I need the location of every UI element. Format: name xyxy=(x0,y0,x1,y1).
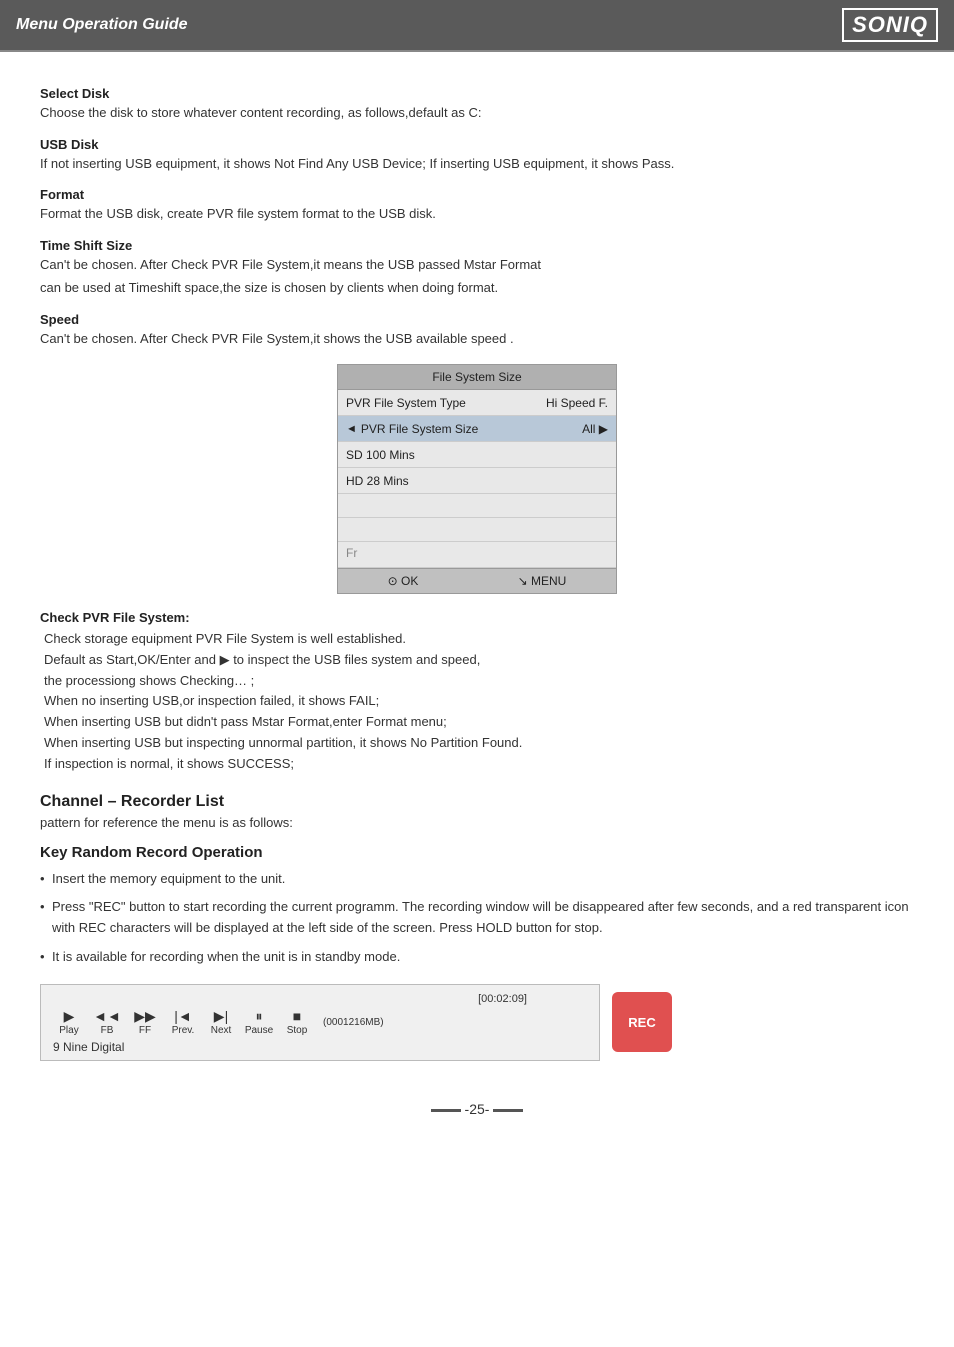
bullet-item: •Insert the memory equipment to the unit… xyxy=(40,869,914,890)
dialog-row-1-value: Hi Speed F. xyxy=(546,396,608,410)
dialog-row-3: SD 100 Mins xyxy=(338,442,616,468)
dialog-row-2-label: PVR File System Size xyxy=(361,422,574,436)
ctrl-btn-play[interactable]: ▶ Play xyxy=(53,1009,85,1036)
file-system-dialog: File System Size PVR File System Type Hi… xyxy=(337,364,617,594)
dialog-container: File System Size PVR File System Type Hi… xyxy=(40,364,914,594)
dialog-row-1: PVR File System Type Hi Speed F. xyxy=(338,390,616,416)
controls-row: ▶ Play ◄◄ FB ▶▶ FF |◄ Prev. ▶| Next ⏸ Pa… xyxy=(53,1009,587,1036)
key-random-section: Key Random Record Operation •Insert the … xyxy=(40,844,914,968)
format-section: Format Format the USB disk, create PVR f… xyxy=(40,187,914,224)
page-number-text: -25- xyxy=(465,1101,490,1117)
key-random-heading: Key Random Record Operation xyxy=(40,844,914,861)
speed-text: Can't be chosen. After Check PVR File Sy… xyxy=(40,329,914,349)
dialog-row-1-label: PVR File System Type xyxy=(346,396,538,410)
ctrl-btn-ff[interactable]: ▶▶ FF xyxy=(129,1009,161,1036)
dialog-footer: ⊙ OK ↘ MENU xyxy=(338,568,616,593)
ctrl-label-pause: Pause xyxy=(245,1025,273,1036)
ctrl-icon-pause: ⏸ xyxy=(256,1009,263,1023)
select-disk-section: Select Disk Choose the disk to store wha… xyxy=(40,86,914,123)
ctrl-label-next: Next xyxy=(211,1025,232,1036)
ctrl-icon-fb: ◄◄ xyxy=(93,1009,121,1023)
ctrl-icon-next: ▶| xyxy=(214,1009,228,1023)
pvr-check-text: Check storage equipment PVR File System … xyxy=(44,629,914,775)
bullet-item: •It is available for recording when the … xyxy=(40,947,914,968)
arrow-left-icon: ◄ xyxy=(346,423,357,435)
speed-section: Speed Can't be chosen. After Check PVR F… xyxy=(40,312,914,349)
time-shift-text1: Can't be chosen. After Check PVR File Sy… xyxy=(40,255,914,275)
pvr-line: If inspection is normal, it shows SUCCES… xyxy=(44,754,914,775)
dialog-row-4-label: HD 28 Mins xyxy=(346,474,608,488)
dialog-row-3-label: SD 100 Mins xyxy=(346,448,608,462)
main-content: Select Disk Choose the disk to store wha… xyxy=(0,52,954,1177)
channel-recorder-heading: Channel – Recorder List xyxy=(40,793,914,811)
select-disk-label: Select Disk xyxy=(40,86,914,101)
channel-name: 9 Nine Digital xyxy=(53,1040,587,1054)
ctrl-icon-play: ▶ xyxy=(64,1009,75,1023)
time-display: [00:02:09] xyxy=(53,993,527,1005)
page-header: Menu Operation Guide SONIQ xyxy=(0,0,954,52)
ctrl-btn-prev.[interactable]: |◄ Prev. xyxy=(167,1009,199,1036)
dialog-fr-row: Fr xyxy=(338,542,616,568)
control-bar: [00:02:09] ▶ Play ◄◄ FB ▶▶ FF |◄ Prev. ▶… xyxy=(40,984,600,1061)
channel-recorder-text: pattern for reference the menu is as fol… xyxy=(40,815,914,830)
ctrl-label-stop: Stop xyxy=(287,1025,308,1036)
page-title: Menu Operation Guide xyxy=(16,16,188,34)
bullet-list: •Insert the memory equipment to the unit… xyxy=(40,869,914,968)
bullet-dot: • xyxy=(40,947,45,968)
ctrl-label-play: Play xyxy=(59,1025,78,1036)
speed-label: Speed xyxy=(40,312,914,327)
page-dash-left xyxy=(431,1109,461,1112)
page-number: -25- xyxy=(40,1101,914,1117)
dialog-row-4: HD 28 Mins xyxy=(338,468,616,494)
select-disk-text: Choose the disk to store whatever conten… xyxy=(40,103,914,123)
mb-display: (0001216MB) xyxy=(323,1017,384,1028)
logo: SONIQ xyxy=(842,8,938,42)
dialog-ok-button[interactable]: ⊙ OK xyxy=(388,574,419,588)
ctrl-label-fb: FB xyxy=(101,1025,114,1036)
dialog-empty-row-2 xyxy=(338,518,616,542)
page-dash-right xyxy=(493,1109,523,1112)
dialog-empty-row-1 xyxy=(338,494,616,518)
pvr-line: the processiong shows Checking… ; xyxy=(44,671,914,692)
usb-disk-label: USB Disk xyxy=(40,137,914,152)
pvr-line: When inserting USB but didn't pass Mstar… xyxy=(44,712,914,733)
pvr-line: Default as Start,OK/Enter and ▶ to inspe… xyxy=(44,650,914,671)
ctrl-icon-ff: ▶▶ xyxy=(134,1009,156,1023)
ctrl-btn-pause[interactable]: ⏸ Pause xyxy=(243,1009,275,1036)
pvr-check-section: Check PVR File System: Check storage equ… xyxy=(40,610,914,775)
ctrl-btn-fb[interactable]: ◄◄ FB xyxy=(91,1009,123,1036)
pvr-line: Check storage equipment PVR File System … xyxy=(44,629,914,650)
format-label: Format xyxy=(40,187,914,202)
dialog-row-2: ◄ PVR File System Size All ▶ xyxy=(338,416,616,442)
ctrl-btn-next[interactable]: ▶| Next xyxy=(205,1009,237,1036)
bullet-item: •Press "REC" button to start recording t… xyxy=(40,897,914,939)
format-text: Format the USB disk, create PVR file sys… xyxy=(40,204,914,224)
pvr-line: When inserting USB but inspecting unnorm… xyxy=(44,733,914,754)
usb-disk-section: USB Disk If not inserting USB equipment,… xyxy=(40,137,914,174)
bullet-dot: • xyxy=(40,869,45,890)
ctrl-btn-stop[interactable]: ■ Stop xyxy=(281,1009,313,1036)
pvr-line: When no inserting USB,or inspection fail… xyxy=(44,691,914,712)
rec-badge: REC xyxy=(612,992,672,1052)
channel-recorder-section: Channel – Recorder List pattern for refe… xyxy=(40,793,914,830)
bullet-dot: • xyxy=(40,897,45,918)
usb-disk-text: If not inserting USB equipment, it shows… xyxy=(40,154,914,174)
time-shift-section: Time Shift Size Can't be chosen. After C… xyxy=(40,238,914,298)
dialog-title: File System Size xyxy=(338,365,616,390)
time-shift-label: Time Shift Size xyxy=(40,238,914,253)
ctrl-icon-prev.: |◄ xyxy=(174,1009,192,1023)
dialog-menu-button[interactable]: ↘ MENU xyxy=(518,574,567,588)
ctrl-label-prev.: Prev. xyxy=(172,1025,195,1036)
pvr-check-title: Check PVR File System: xyxy=(40,610,914,625)
ctrl-icon-stop: ■ xyxy=(293,1009,301,1023)
time-shift-text2: can be used at Timeshift space,the size … xyxy=(40,278,914,298)
recording-area: [00:02:09] ▶ Play ◄◄ FB ▶▶ FF |◄ Prev. ▶… xyxy=(40,984,914,1061)
dialog-row-2-value: All ▶ xyxy=(582,422,608,436)
ctrl-label-ff: FF xyxy=(139,1025,151,1036)
